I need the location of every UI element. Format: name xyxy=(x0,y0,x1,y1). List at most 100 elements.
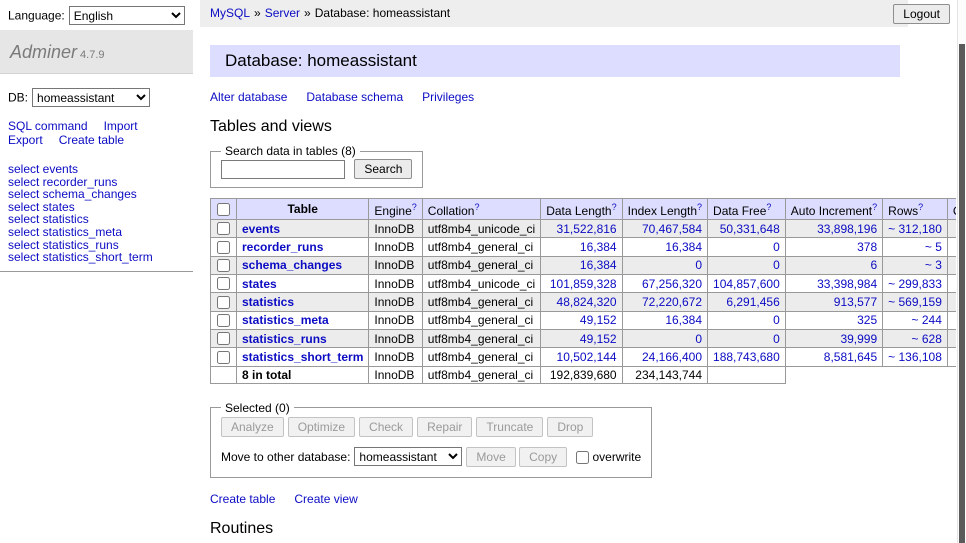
row-checkbox[interactable] xyxy=(217,314,230,327)
data-length-link[interactable]: 10,502,144 xyxy=(557,350,617,364)
column-help-link[interactable]: ? xyxy=(474,202,479,212)
auto-increment-link[interactable]: 913,577 xyxy=(834,295,877,309)
rows-cell: ~ 312,180 xyxy=(883,220,948,238)
sql-command-link[interactable]: SQL command xyxy=(8,119,88,133)
auto-increment-link[interactable]: 8,581,645 xyxy=(824,350,877,364)
repair-button[interactable]: Repair xyxy=(417,417,472,437)
rows-link[interactable]: ~ 569,159 xyxy=(888,295,942,309)
table-name-link[interactable]: statistics_runs xyxy=(242,332,327,346)
table-name-cell: statistics_runs xyxy=(237,329,369,347)
table-name-link[interactable]: recorder_runs xyxy=(242,240,323,254)
data-length-link[interactable]: 16,384 xyxy=(580,258,617,272)
column-help-link[interactable]: ? xyxy=(766,202,771,212)
rows-link[interactable]: ~ 312,180 xyxy=(888,222,942,236)
table-name-link[interactable]: schema_changes xyxy=(242,258,342,272)
column-help-link[interactable]: ? xyxy=(612,202,617,212)
column-help-link[interactable]: ? xyxy=(697,202,702,212)
create-view-link[interactable]: Create view xyxy=(294,492,357,506)
db-select[interactable]: homeassistant xyxy=(32,88,150,107)
drop-button[interactable]: Drop xyxy=(547,417,593,437)
table-name-link[interactable]: statistics xyxy=(242,295,294,309)
column-help-link[interactable]: ? xyxy=(918,202,923,212)
database-schema-link[interactable]: Database schema xyxy=(306,90,403,104)
breadcrumb-mysql-link[interactable]: MySQL xyxy=(210,6,250,20)
column-help-link[interactable]: ? xyxy=(412,202,417,212)
row-checkbox[interactable] xyxy=(217,241,230,254)
overwrite-checkbox[interactable] xyxy=(576,451,589,464)
auto-increment-link[interactable]: 33,398,984 xyxy=(817,277,877,291)
create-table-link[interactable]: Create table xyxy=(210,492,275,506)
language-select[interactable]: English xyxy=(69,6,185,25)
privileges-link[interactable]: Privileges xyxy=(422,90,474,104)
row-checkbox[interactable] xyxy=(217,351,230,364)
auto-increment-link[interactable]: 39,999 xyxy=(840,332,877,346)
sidebar-table-link[interactable]: select schema_changes xyxy=(8,188,185,201)
row-checkbox[interactable] xyxy=(217,332,230,345)
data-free-link[interactable]: 0 xyxy=(773,332,780,346)
index-length-link[interactable]: 72,220,672 xyxy=(642,295,702,309)
rows-link[interactable]: ~ 136,108 xyxy=(888,350,942,364)
index-length-link[interactable]: 0 xyxy=(695,258,702,272)
data-length-link[interactable]: 48,824,320 xyxy=(557,295,617,309)
data-length-link[interactable]: 49,152 xyxy=(580,313,617,327)
data-free-link[interactable]: 0 xyxy=(773,258,780,272)
search-input[interactable] xyxy=(221,160,345,179)
data-free-link[interactable]: 50,331,648 xyxy=(720,222,780,236)
sidebar-table-links: select eventsselect recorder_runsselect … xyxy=(8,163,185,264)
table-name-link[interactable]: states xyxy=(242,277,277,291)
auto-increment-link[interactable]: 6 xyxy=(870,258,877,272)
check-button[interactable]: Check xyxy=(359,417,413,437)
copy-button[interactable]: Copy xyxy=(519,447,567,467)
rows-link[interactable]: ~ 299,833 xyxy=(888,277,942,291)
index-length-link[interactable]: 16,384 xyxy=(665,313,702,327)
rows-link[interactable]: ~ 5 xyxy=(925,240,942,254)
index-length-link[interactable]: 0 xyxy=(695,332,702,346)
create-table-sidebar-link[interactable]: Create table xyxy=(59,133,124,147)
scrollbar[interactable] xyxy=(957,0,966,543)
move-button[interactable]: Move xyxy=(466,447,515,467)
row-checkbox[interactable] xyxy=(217,222,230,235)
select-all-checkbox[interactable] xyxy=(217,203,230,216)
alter-database-link[interactable]: Alter database xyxy=(210,90,287,104)
auto-increment-link[interactable]: 325 xyxy=(857,313,877,327)
data-length-link[interactable]: 101,859,328 xyxy=(550,277,617,291)
search-button[interactable]: Search xyxy=(354,159,412,179)
breadcrumb-server-link[interactable]: Server xyxy=(265,6,300,20)
data-free-link[interactable]: 104,857,600 xyxy=(713,277,780,291)
export-link[interactable]: Export xyxy=(8,133,43,147)
auto-increment-link[interactable]: 33,898,196 xyxy=(817,222,877,236)
table-name-link[interactable]: statistics_short_term xyxy=(242,350,363,364)
truncate-button[interactable]: Truncate xyxy=(476,417,543,437)
move-db-select[interactable]: homeassistant xyxy=(354,447,462,466)
index-length-link[interactable]: 70,467,584 xyxy=(642,222,702,236)
data-length-link[interactable]: 16,384 xyxy=(580,240,617,254)
rows-link[interactable]: ~ 628 xyxy=(912,332,942,346)
row-checkbox[interactable] xyxy=(217,277,230,290)
sidebar-table-link[interactable]: select statistics_meta xyxy=(8,226,185,239)
logout-button[interactable]: Logout xyxy=(893,4,950,24)
data-free-link[interactable]: 0 xyxy=(773,313,780,327)
table-row: statesInnoDButf8mb4_unicode_ci101,859,32… xyxy=(211,274,957,292)
rows-link[interactable]: ~ 3 xyxy=(925,258,942,272)
index-length-link[interactable]: 67,256,320 xyxy=(642,277,702,291)
sidebar-table-link[interactable]: select events xyxy=(8,163,185,176)
data-length-link[interactable]: 49,152 xyxy=(580,332,617,346)
optimize-button[interactable]: Optimize xyxy=(288,417,355,437)
analyze-button[interactable]: Analyze xyxy=(221,417,284,437)
auto-increment-link[interactable]: 378 xyxy=(857,240,877,254)
data-free-link[interactable]: 0 xyxy=(773,240,780,254)
sidebar-table-link[interactable]: select statistics_short_term xyxy=(8,251,185,264)
row-checkbox[interactable] xyxy=(217,259,230,272)
index-length-link[interactable]: 24,166,400 xyxy=(642,350,702,364)
scrollbar-thumb[interactable] xyxy=(959,44,965,543)
table-name-link[interactable]: statistics_meta xyxy=(242,313,329,327)
data-free-link[interactable]: 6,291,456 xyxy=(726,295,779,309)
table-name-link[interactable]: events xyxy=(242,222,280,236)
index-length-link[interactable]: 16,384 xyxy=(665,240,702,254)
row-checkbox[interactable] xyxy=(217,296,230,309)
column-help-link[interactable]: ? xyxy=(872,202,877,212)
data-length-link[interactable]: 31,522,816 xyxy=(557,222,617,236)
import-link[interactable]: Import xyxy=(104,119,138,133)
rows-link[interactable]: ~ 244 xyxy=(912,313,942,327)
data-free-link[interactable]: 188,743,680 xyxy=(713,350,780,364)
